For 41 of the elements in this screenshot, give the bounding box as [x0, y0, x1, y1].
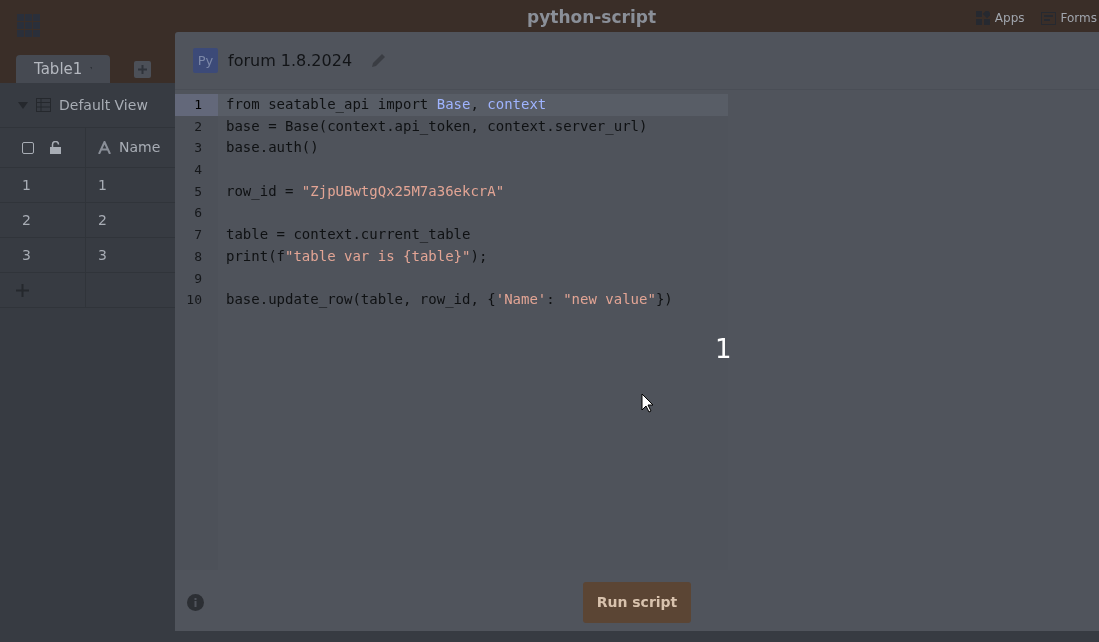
- step-number: 1: [715, 336, 732, 362]
- checkbox[interactable]: [22, 141, 34, 154]
- line-number: 4: [193, 161, 203, 180]
- script-type-badge: Py: [193, 48, 218, 73]
- info-icon[interactable]: [187, 594, 204, 611]
- line-number: 9: [193, 269, 203, 288]
- line-number: 8: [193, 247, 203, 266]
- line-number: 2: [193, 117, 203, 136]
- row-number: 1: [22, 175, 31, 195]
- code-line: table = context.current_table: [226, 225, 471, 245]
- code-line: base = Base(context.api_token, context.server_url): [226, 116, 648, 137]
- text-field-icon: [98, 141, 111, 154]
- row-number: 2: [22, 210, 31, 230]
- cursor-icon: [641, 393, 654, 413]
- line-number: 1: [175, 94, 218, 116]
- line-number: 3: [193, 139, 203, 158]
- table-cell-text: 2: [98, 210, 107, 230]
- run-script-button[interactable]: Run script: [582, 581, 692, 623]
- column-header[interactable]: Name: [119, 137, 161, 158]
- code-line: from seatable_api import Base, context: [226, 95, 547, 115]
- lock-icon: [50, 141, 61, 154]
- script-title: forum 1.8.2024: [228, 49, 353, 72]
- base-title: python-script: [527, 6, 657, 28]
- table-cell-text: 1: [98, 175, 107, 195]
- code-line: row_id = "ZjpUBwtgQx25M7a36ekcrA": [226, 181, 505, 202]
- code-line: base.auth(): [226, 138, 319, 158]
- apps-link[interactable]: Apps: [975, 10, 1025, 26]
- code-line: base.update_row(table, row_id, {'Name': "new value"}): [226, 290, 673, 310]
- line-number: 6: [193, 204, 203, 223]
- table-cell-text: 3: [98, 245, 107, 265]
- plus-icon: [138, 65, 147, 74]
- add-table-button[interactable]: [134, 61, 151, 78]
- edit-icon[interactable]: [370, 52, 388, 69]
- code-line: print(f"table var is {table}");: [226, 246, 488, 266]
- forms-link[interactable]: Forms: [1040, 10, 1097, 26]
- row-number: 3: [22, 245, 31, 265]
- line-number: 7: [193, 226, 203, 245]
- line-number: 5: [193, 182, 203, 201]
- table-tab[interactable]: Table1: [16, 55, 110, 83]
- view-name[interactable]: Default View: [59, 94, 148, 116]
- line-number: 10: [185, 291, 203, 310]
